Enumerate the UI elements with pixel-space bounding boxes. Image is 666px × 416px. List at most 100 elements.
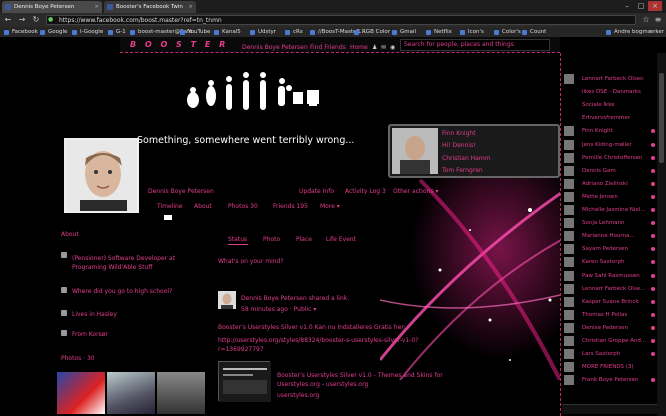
address-input[interactable]: https://www.facebook.com/boost.master?re… <box>46 15 636 25</box>
about-work[interactable]: (Pensioner) Software Developer at Progra… <box>72 254 182 272</box>
close-icon[interactable]: × <box>188 1 193 13</box>
chat-friend-item[interactable]: Sociale Ikke <box>562 99 657 111</box>
chat-friend-item[interactable]: Lars Saxtorph <box>562 348 657 360</box>
activity-log-button[interactable]: Activity Log 3 <box>345 188 386 195</box>
update-info-button[interactable]: Update Info <box>299 188 334 195</box>
menu-icon[interactable]: ≡ <box>652 13 664 27</box>
bookmark-item[interactable]: cRs <box>285 27 303 37</box>
chat-friend-item[interactable]: Karen Saxtorph <box>562 256 657 268</box>
chat-friend-item[interactable]: Jens Kiding-møller <box>562 139 657 151</box>
tab-booster[interactable]: Booster's Facebook Twin × <box>104 1 196 13</box>
chat-friend-item[interactable]: Erhvervsfremmer <box>562 112 657 124</box>
search-input[interactable]: Search for people, places and things <box>400 39 550 51</box>
bookmark-item[interactable]: Netflix <box>426 27 452 37</box>
tab-more[interactable]: More ▾ <box>320 203 340 210</box>
chat-friend-item[interactable]: Michelle Jasmina Niel... <box>562 204 657 216</box>
close-icon[interactable]: × <box>94 1 99 13</box>
reload-icon[interactable]: ↻ <box>30 13 42 27</box>
profile-picture[interactable] <box>64 138 139 213</box>
tab-photos[interactable]: Photos 30 <box>228 203 258 210</box>
chat-friend-item[interactable]: Adriano Zielinski <box>562 178 657 190</box>
chat-friend-item[interactable]: Sonja Lehmann <box>562 217 657 229</box>
bookmark-item[interactable]: G-1 <box>108 27 126 37</box>
about-lives[interactable]: Lives in Hasley <box>72 311 117 318</box>
bookmark-item[interactable]: Kanal5 <box>214 27 241 37</box>
star-icon[interactable]: ☆ <box>640 13 652 27</box>
post-author-avatar[interactable] <box>218 291 236 309</box>
chevron-down-icon: ▾ <box>435 188 439 195</box>
minimize-icon[interactable]: – <box>620 1 634 11</box>
tab-friends[interactable]: Friends 195 <box>273 203 308 210</box>
home-link[interactable]: Home <box>350 44 368 51</box>
bookmark-icon <box>130 30 135 35</box>
composer-tab-photo[interactable]: Photo <box>263 236 280 243</box>
bookmark-item[interactable]: Count <box>522 27 546 37</box>
bookmark-item[interactable]: Udstyr <box>250 27 276 37</box>
photo-thumbnail[interactable] <box>107 372 155 414</box>
composer-tab-place[interactable]: Place <box>296 236 312 243</box>
chat-search-input[interactable] <box>562 404 657 414</box>
notifications-icon[interactable]: ◉ <box>390 44 395 51</box>
post-time[interactable]: 58 minutes ago · Public ▾ <box>241 306 316 313</box>
composer-tab-life-event[interactable]: Life Event <box>326 236 356 243</box>
bookmark-item[interactable]: Color's <box>494 27 521 37</box>
link-domain[interactable]: userstyles.org <box>277 392 319 399</box>
forward-icon[interactable]: → <box>16 13 28 27</box>
link-preview-image[interactable] <box>218 361 271 402</box>
header-user-link[interactable]: Dennis Boye Petersen <box>242 44 308 51</box>
bookmark-item[interactable]: Gmail <box>392 27 416 37</box>
chat-friend-item[interactable]: Finn Knight <box>562 125 657 137</box>
bookmark-item[interactable]: Andre bogmærker <box>606 27 664 37</box>
composer-input[interactable]: What's on your mind? <box>218 258 284 265</box>
popup-line[interactable]: Tom Ferngren <box>442 167 483 174</box>
chat-friend-item[interactable]: Kasper Svane Brinck <box>562 296 657 308</box>
chat-friend-item[interactable]: Lennart Farbeck Olsen <box>562 73 657 85</box>
bookmark-item[interactable]: YouTube <box>180 27 210 37</box>
photo-thumbnail[interactable] <box>157 372 205 414</box>
messages-icon[interactable]: ✉ <box>381 44 386 51</box>
tab-about[interactable]: About <box>194 203 212 210</box>
about-heading[interactable]: About <box>61 231 79 238</box>
post-author-line[interactable]: Dennis Boye Petersen shared a link. <box>241 295 349 302</box>
photo-thumbnail[interactable] <box>57 372 105 414</box>
tab-timeline[interactable]: Timeline <box>157 203 183 210</box>
chat-friend-item[interactable]: Sayam Pedersen <box>562 243 657 255</box>
bookmark-item[interactable]: Google <box>40 27 67 37</box>
chat-friend-item[interactable]: likes DSE - Danmarks <box>562 86 657 98</box>
popup-line[interactable]: Christian Hamm <box>442 155 491 162</box>
chat-friend-item[interactable]: Thomas H Pollas <box>562 309 657 321</box>
about-school[interactable]: Where did you go to high school? <box>72 288 172 295</box>
composer-tab-status[interactable]: Status <box>228 236 247 243</box>
popup-line[interactable]: Finn Knight <box>442 130 476 137</box>
scrollbar-thumb[interactable] <box>659 73 664 163</box>
photos-heading[interactable]: Photos · 30 <box>61 355 95 362</box>
back-icon[interactable]: ← <box>2 13 14 27</box>
chat-friend-item[interactable]: Frank Boye Petersen <box>562 374 657 386</box>
tab-dennis[interactable]: Dennis Boye Petersen × <box>2 1 102 13</box>
about-from[interactable]: From Korsør <box>72 331 108 338</box>
chat-friend-item[interactable]: Dennis Gam <box>562 165 657 177</box>
friend-requests-icon[interactable]: ♟ <box>372 44 377 51</box>
chat-friend-item[interactable]: Pernille Christoffersen <box>562 152 657 164</box>
profile-name[interactable]: Dennis Boye Petersen <box>148 188 214 195</box>
booster-logo[interactable]: B O O S T E R <box>130 40 228 49</box>
bookmark-item[interactable]: Icon's <box>460 27 484 37</box>
link-title[interactable]: Booster's Userstyles Silver v1.0 - Theme… <box>277 371 447 389</box>
find-friends-link[interactable]: Find Friends <box>310 44 346 51</box>
chat-friend-item[interactable]: MORE FRIENDS (3) <box>562 361 657 373</box>
chat-friend-item[interactable]: Paw Sahl Rasmussen <box>562 270 657 282</box>
close-window-icon[interactable]: × <box>648 1 662 11</box>
friend-avatar <box>564 283 574 294</box>
chat-friend-item[interactable]: Marianne Hourna... <box>562 230 657 242</box>
maximize-icon[interactable]: □ <box>634 1 648 11</box>
chat-friend-item[interactable]: Mette Jensen <box>562 191 657 203</box>
chat-friend-item[interactable]: Denise Pedersen <box>562 322 657 334</box>
bookmark-item[interactable]: I-Google <box>72 27 103 37</box>
chat-friend-item[interactable]: Lennart Farbeck Olse... <box>562 283 657 295</box>
bookmark-item[interactable]: Facebook <box>4 27 38 37</box>
chat-friend-item[interactable]: Christian Groppe And... <box>562 335 657 347</box>
bookmark-item[interactable]: RGB Color <box>354 27 390 37</box>
scrollbar[interactable] <box>657 53 666 416</box>
other-actions-button[interactable]: Other actions ▾ <box>393 188 438 195</box>
post-link-url[interactable]: http://userstyles.org/styles/88324/boost… <box>218 336 438 354</box>
